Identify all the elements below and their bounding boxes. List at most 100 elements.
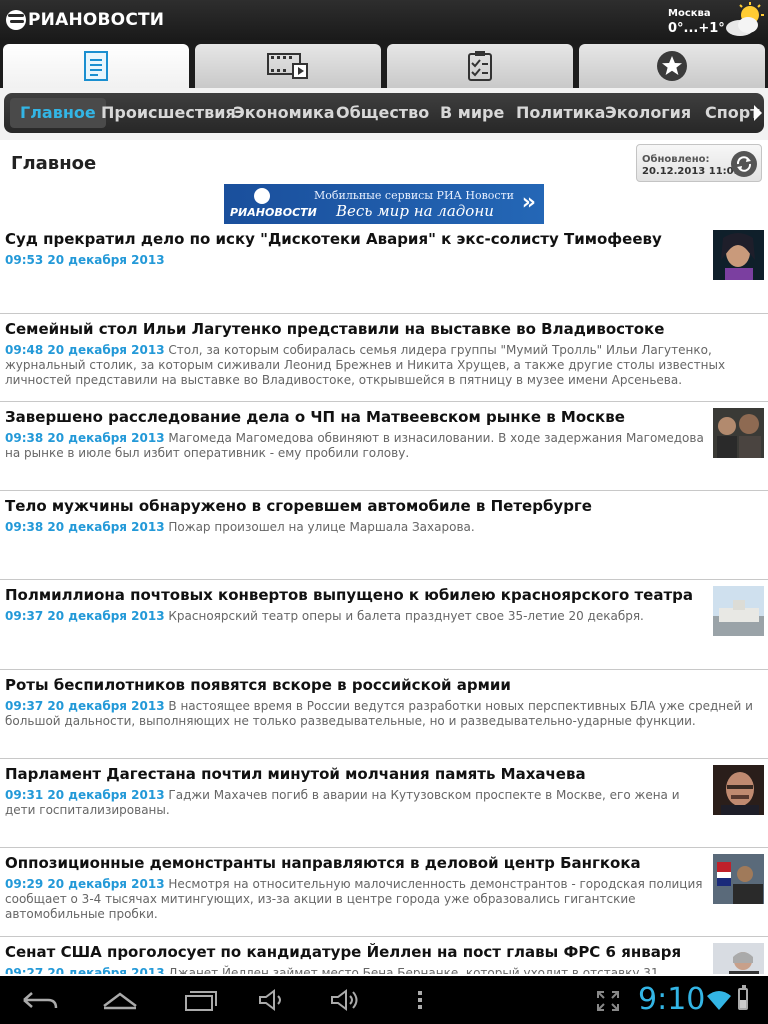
news-body: 09:37 20 декабря 2013 В настоящее время … bbox=[5, 699, 763, 729]
updated-label: Обновлено: bbox=[642, 154, 710, 165]
promo-banner[interactable]: РИАНОВОСТИ Мобильные сервисы РИА Новости… bbox=[224, 184, 544, 224]
volume-down-icon bbox=[259, 989, 281, 1011]
news-body: 09:31 20 декабря 2013 Гаджи Махачев поги… bbox=[5, 788, 705, 818]
news-time: 09:53 20 декабря 2013 bbox=[5, 253, 165, 267]
banner-globe-icon bbox=[254, 188, 270, 204]
news-body: 09:38 20 декабря 2013 Магомеда Магомедов… bbox=[5, 431, 705, 461]
news-body: 09:29 20 декабря 2013 Несмотря на относи… bbox=[5, 877, 705, 922]
volume-up-icon bbox=[331, 989, 358, 1011]
overflow-menu-icon bbox=[418, 991, 422, 1009]
news-body: 09:37 20 декабря 2013 Красноярский театр… bbox=[5, 609, 705, 624]
battery-icon bbox=[738, 985, 748, 1010]
news-item[interactable]: Парламент Дагестана почтил минутой молча… bbox=[0, 759, 768, 848]
news-headline: Полмиллиона почтовых конвертов выпущено … bbox=[5, 586, 694, 604]
tab-news[interactable] bbox=[3, 44, 189, 88]
news-time: 09:27 20 декабря 2013 bbox=[5, 966, 165, 974]
category-ecology[interactable]: Экология bbox=[605, 93, 691, 133]
category-main[interactable]: Главное bbox=[10, 98, 106, 128]
news-thumbnail-image bbox=[713, 943, 764, 974]
news-item[interactable]: Суд прекратил дело по иску "Дискотеки Ав… bbox=[0, 224, 768, 314]
news-time: 09:37 20 декабря 2013 bbox=[5, 609, 165, 623]
news-headline: Сенат США проголосует по кандидатуре Йел… bbox=[5, 943, 682, 961]
category-world[interactable]: В мире bbox=[440, 93, 504, 133]
banner-logo: РИАНОВОСТИ bbox=[230, 206, 317, 219]
fullscreen-icon[interactable] bbox=[596, 990, 620, 1012]
news-item[interactable]: Семейный стол Ильи Лагутенко представили… bbox=[0, 314, 768, 402]
category-society[interactable]: Общество bbox=[336, 93, 429, 133]
logo-text: РИАНОВОСТИ bbox=[28, 10, 165, 30]
page-title: Главное bbox=[11, 153, 97, 174]
news-thumbnail-image bbox=[713, 230, 764, 280]
back-button[interactable] bbox=[10, 980, 70, 1020]
weather-city: Москва bbox=[668, 8, 711, 19]
back-icon bbox=[23, 992, 58, 1009]
recent-apps-icon bbox=[185, 991, 217, 1011]
star-icon bbox=[657, 51, 687, 81]
sun-cloud-icon bbox=[726, 2, 764, 36]
banner-arrow-icon: » bbox=[521, 190, 536, 215]
home-icon bbox=[103, 992, 137, 1010]
news-body: 09:53 20 декабря 2013 bbox=[5, 253, 705, 268]
logo-globe-icon bbox=[6, 10, 26, 30]
system-nav-bar: 9:10 bbox=[0, 976, 768, 1024]
banner-title: Весь мир на ладони bbox=[336, 202, 494, 220]
document-icon bbox=[84, 51, 108, 81]
category-economy[interactable]: Экономика bbox=[233, 93, 335, 133]
news-item[interactable]: Полмиллиона почтовых конвертов выпущено … bbox=[0, 580, 768, 670]
news-body: 09:38 20 декабря 2013 Пожар произошел на… bbox=[5, 520, 763, 535]
weather-widget[interactable]: Москва 0°...+1° bbox=[668, 2, 764, 38]
news-item[interactable]: Завершено расследование дела о ЧП на Мат… bbox=[0, 402, 768, 491]
category-incidents[interactable]: Происшествия bbox=[101, 93, 236, 133]
news-headline: Парламент Дагестана почтил минутой молча… bbox=[5, 765, 586, 783]
news-headline: Роты беспилотников появятся вскоре в рос… bbox=[5, 676, 511, 694]
scroll-right-arrow-icon[interactable] bbox=[754, 105, 762, 121]
news-headline: Суд прекратил дело по иску "Дискотеки Ав… bbox=[5, 230, 662, 248]
volume-down-button[interactable] bbox=[244, 980, 304, 1020]
news-thumbnail-image bbox=[713, 408, 764, 458]
news-thumbnail-image bbox=[713, 586, 764, 636]
news-thumbnail-image bbox=[713, 854, 764, 904]
updated-time: 20.12.2013 11:09 bbox=[642, 166, 741, 177]
category-scroller[interactable]: Главное Происшествия Экономика Общество … bbox=[4, 93, 764, 133]
banner-subtitle: Мобильные сервисы РИА Новости bbox=[314, 189, 514, 202]
ria-logo[interactable]: РИАНОВОСТИ bbox=[6, 9, 164, 31]
volume-up-button[interactable] bbox=[316, 980, 376, 1020]
news-time: 09:38 20 декабря 2013 bbox=[5, 431, 165, 445]
news-headline: Оппозиционные демонстранты направляются … bbox=[5, 854, 641, 872]
home-button[interactable] bbox=[90, 980, 150, 1020]
news-headline: Семейный стол Ильи Лагутенко представили… bbox=[5, 320, 665, 338]
status-clock: 9:10 bbox=[638, 982, 706, 1017]
news-body: 09:27 20 декабря 2013 Джанет Йеллен займ… bbox=[5, 966, 705, 974]
refresh-button[interactable]: Обновлено: 20.12.2013 11:09 bbox=[636, 144, 762, 182]
category-bar: Главное Происшествия Экономика Общество … bbox=[0, 88, 768, 140]
news-item[interactable]: Сенат США проголосует по кандидатуре Йел… bbox=[0, 937, 768, 974]
category-politics[interactable]: Политика bbox=[516, 93, 605, 133]
tab-favorites[interactable] bbox=[579, 44, 765, 88]
news-thumbnail-image bbox=[713, 765, 764, 815]
tab-checklist[interactable] bbox=[387, 44, 573, 88]
refresh-icon bbox=[731, 151, 757, 177]
news-item[interactable]: Тело мужчины обнаружено в сгоревшем авто… bbox=[0, 491, 768, 580]
checklist-icon bbox=[468, 51, 492, 81]
news-body: 09:48 20 декабря 2013 Стол, за которым с… bbox=[5, 343, 763, 388]
news-time: 09:38 20 декабря 2013 bbox=[5, 520, 165, 534]
news-text: Пожар произошел на улице Маршала Захаров… bbox=[168, 520, 475, 534]
news-item[interactable]: Оппозиционные демонстранты направляются … bbox=[0, 848, 768, 937]
news-headline: Завершено расследование дела о ЧП на Мат… bbox=[5, 408, 625, 426]
menu-button[interactable] bbox=[390, 980, 450, 1020]
news-text: Красноярский театр оперы и балета праздн… bbox=[168, 609, 644, 623]
news-time: 09:29 20 декабря 2013 bbox=[5, 877, 165, 891]
recent-apps-button[interactable] bbox=[170, 980, 230, 1020]
wifi-icon bbox=[707, 991, 731, 1010]
news-headline: Тело мужчины обнаружено в сгоревшем авто… bbox=[5, 497, 592, 515]
tab-video[interactable] bbox=[195, 44, 381, 88]
video-icon bbox=[267, 53, 308, 79]
news-time: 09:37 20 декабря 2013 bbox=[5, 699, 165, 713]
news-time: 09:48 20 декабря 2013 bbox=[5, 343, 165, 357]
category-sport[interactable]: Спорт bbox=[705, 93, 760, 133]
weather-temp: 0°...+1° bbox=[668, 21, 725, 36]
news-item[interactable]: Роты беспилотников появятся вскоре в рос… bbox=[0, 670, 768, 759]
news-time: 09:31 20 декабря 2013 bbox=[5, 788, 165, 802]
news-list: Суд прекратил дело по иску "Дискотеки Ав… bbox=[0, 224, 768, 974]
section-tabs bbox=[0, 40, 768, 88]
